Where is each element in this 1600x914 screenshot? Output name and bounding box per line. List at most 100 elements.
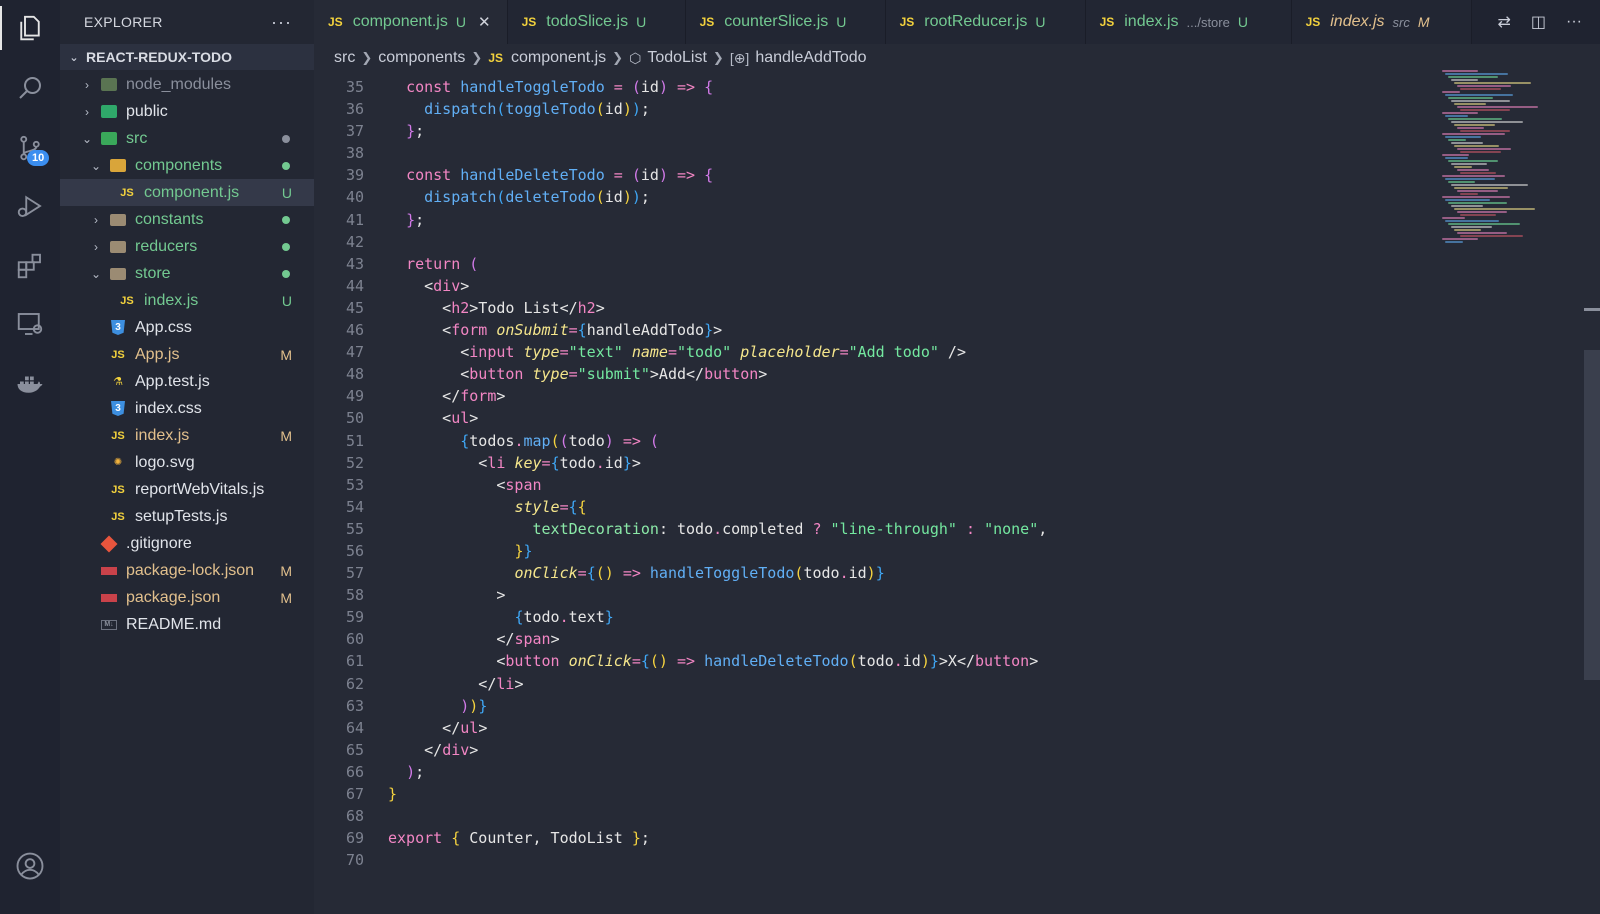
chevron-down-icon: ⌄: [81, 131, 93, 146]
minimap-line: [1445, 157, 1468, 159]
line-number: 40: [345, 188, 364, 207]
minimap-line: [1454, 145, 1499, 147]
js-file-icon: JS: [111, 483, 125, 496]
minimap-line: [1454, 229, 1481, 231]
project-root[interactable]: ⌄ REACT-REDUX-TODO: [60, 44, 314, 70]
file-item[interactable]: JS setupTests.js: [60, 503, 314, 530]
line-number: 49: [345, 387, 364, 406]
line-number: 36: [345, 100, 364, 119]
file-item[interactable]: .gitignore: [60, 530, 314, 557]
run-debug-icon[interactable]: [0, 180, 60, 232]
file-item[interactable]: package-lock.json M: [60, 557, 314, 584]
file-item[interactable]: JS index.js U: [60, 287, 314, 314]
tab-index-js[interactable]: JS index.js src M: [1291, 0, 1472, 44]
minimap-line: [1445, 178, 1495, 180]
line-number: 66: [345, 762, 364, 781]
breadcrumb-todolist[interactable]: TodoList: [647, 49, 707, 67]
tab-rootreducer-js[interactable]: JS rootReducer.js U: [885, 0, 1086, 44]
breadcrumb-file[interactable]: component.js: [511, 49, 606, 67]
open-changes-icon[interactable]: ⇄: [1497, 12, 1510, 32]
tab-status: U: [1035, 14, 1046, 30]
file-item[interactable]: M↓ README.md: [60, 611, 314, 638]
chevron-down-icon: ⌄: [90, 158, 102, 173]
file-item[interactable]: ✺ logo.svg: [60, 449, 314, 476]
folder-item[interactable]: ⌄ store: [60, 260, 314, 287]
markdown-file-icon: M↓: [100, 616, 118, 634]
js-file-icon: JS: [111, 429, 125, 442]
tree-item-label: reportWebVitals.js: [135, 480, 265, 498]
file-item[interactable]: JS App.js M: [60, 341, 314, 368]
minimap-line: [1445, 241, 1463, 243]
tree-item-label: src: [126, 129, 148, 147]
file-item[interactable]: package.json M: [60, 584, 314, 611]
folder-item[interactable]: ⌄ components: [60, 152, 314, 179]
tree-item-label: package-lock.json: [126, 561, 255, 579]
code-text: <button onClick={() => handleDeleteTodo(…: [388, 652, 1039, 671]
line-number: 64: [345, 718, 364, 737]
line-number: 50: [345, 409, 364, 428]
more-actions-icon[interactable]: ···: [271, 12, 292, 33]
vertical-scrollbar[interactable]: [1584, 350, 1600, 680]
file-item[interactable]: ⚗ App.test.js: [60, 368, 314, 395]
code-text: </form>: [388, 387, 506, 406]
docker-icon[interactable]: [0, 358, 60, 410]
minimap-line: [1454, 124, 1495, 126]
minimap-line: [1442, 91, 1460, 93]
code-line: 64 </ul>: [314, 717, 1454, 739]
explorer-icon[interactable]: [0, 2, 60, 54]
search-icon[interactable]: [0, 62, 60, 114]
breadcrumb-components[interactable]: components: [378, 49, 465, 67]
minimap-line: [1457, 127, 1484, 129]
folder-item[interactable]: › constants: [60, 206, 314, 233]
code-line: 58 >: [314, 584, 1454, 606]
tab-counterslice-js[interactable]: JS counterSlice.js U: [685, 0, 886, 44]
line-number: 65: [345, 740, 364, 759]
file-item[interactable]: 3 index.css: [60, 395, 314, 422]
minimap-line: [1457, 232, 1507, 234]
chevron-right-icon: ›: [85, 77, 89, 92]
project-name: REACT-REDUX-TODO: [86, 49, 232, 65]
tree-item-label: reducers: [135, 237, 198, 255]
tab-component-js[interactable]: JS component.js U ✕: [314, 0, 508, 44]
remote-explorer-icon[interactable]: [0, 298, 60, 350]
minimap-line: [1451, 79, 1478, 81]
code-editor[interactable]: 35 const handleToggleTodo = (id) => { 36…: [314, 76, 1454, 914]
line-number: 51: [345, 431, 364, 450]
code-text: </span>: [388, 630, 560, 649]
close-icon[interactable]: ✕: [478, 13, 491, 31]
symbol-variable-icon: [⊕]: [729, 49, 750, 66]
account-icon[interactable]: [0, 840, 60, 892]
tab-description: .../store: [1186, 14, 1230, 30]
code-line: 37 };: [314, 120, 1454, 142]
folder-item[interactable]: ⌄ src: [60, 125, 314, 152]
minimap[interactable]: [1440, 70, 1550, 250]
file-item[interactable]: 3 App.css: [60, 314, 314, 341]
minimap-line: [1448, 160, 1498, 162]
code-line: 54 style={{: [314, 496, 1454, 518]
breadcrumb-handleaddtodo[interactable]: handleAddTodo: [755, 49, 866, 67]
tab-index-js[interactable]: JS index.js .../store U: [1085, 0, 1292, 44]
chevron-right-icon: ›: [94, 212, 98, 227]
folder-item[interactable]: › public: [60, 98, 314, 125]
tab-todoslice-js[interactable]: JS todoSlice.js U: [507, 0, 686, 44]
source-control-icon[interactable]: 10: [0, 122, 60, 174]
code-line: 55 textDecoration: todo.completed ? "lin…: [314, 518, 1454, 540]
line-number: 44: [345, 276, 364, 295]
breadcrumb-src[interactable]: src: [334, 49, 355, 67]
line-number: 45: [345, 298, 364, 317]
minimap-line: [1448, 223, 1520, 225]
more-icon[interactable]: ···: [1566, 13, 1582, 31]
file-tree: › node_modules › public ⌄ src ⌄ components JS com…: [60, 70, 314, 638]
minimap-line: [1457, 85, 1511, 87]
folder-item[interactable]: › node_modules: [60, 71, 314, 98]
file-item[interactable]: JS index.js M: [60, 422, 314, 449]
extensions-icon[interactable]: [0, 240, 60, 292]
file-item[interactable]: JS component.js U: [60, 179, 314, 206]
line-number: 43: [345, 254, 364, 273]
split-editor-icon[interactable]: ◫: [1531, 12, 1546, 32]
folder-item[interactable]: › reducers: [60, 233, 314, 260]
line-number: 60: [345, 630, 364, 649]
file-item[interactable]: JS reportWebVitals.js: [60, 476, 314, 503]
code-line: 52 <li key={todo.id}>: [314, 452, 1454, 474]
minimap-line: [1451, 121, 1523, 123]
